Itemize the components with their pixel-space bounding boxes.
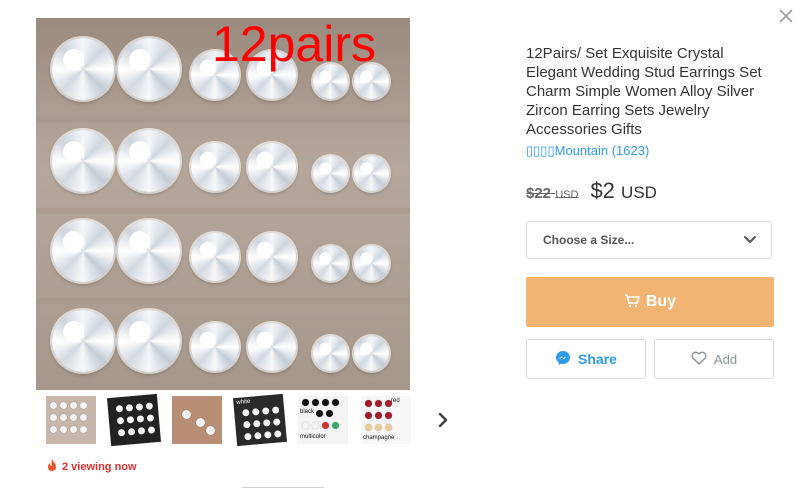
messenger-icon [555, 350, 571, 369]
heart-icon [691, 350, 707, 369]
buy-button[interactable]: Buy [526, 277, 774, 327]
cart-icon [624, 292, 640, 313]
thumbnail-strip: white black multicolor red champagne [46, 393, 411, 447]
add-label: Add [713, 351, 738, 367]
size-select-label: Choose a Size... [543, 233, 635, 247]
viewing-text: 2 viewing now [62, 460, 137, 473]
thumbnail-text: black [300, 409, 315, 415]
chevron-down-icon [743, 232, 757, 249]
thumbnail-1[interactable] [46, 396, 96, 444]
thumbnail-text: champagne [363, 435, 395, 441]
close-icon[interactable] [778, 8, 794, 24]
thumbnail-2[interactable] [107, 393, 161, 447]
price-row: $22 USD $2 USD [526, 178, 657, 204]
product-title: 12Pairs/ Set Exquisite Crystal Elegant W… [526, 45, 762, 138]
chevron-right-icon[interactable] [434, 410, 452, 430]
sale-price: $2 USD [590, 178, 657, 203]
buy-label: Buy [645, 293, 677, 310]
divider [242, 487, 324, 492]
store-link[interactable]: ▯▯▯▯Mountain (1623) [526, 143, 649, 159]
thumbnail-4[interactable]: white [233, 393, 287, 447]
original-price: $22 USD [526, 185, 579, 202]
thumbnail-text: multicolor [300, 434, 326, 440]
main-product-image[interactable]: 12pairs [36, 18, 410, 390]
share-label: Share [578, 351, 617, 367]
thumbnail-6[interactable]: red champagne [361, 396, 411, 444]
thumbnail-text: red [391, 398, 400, 404]
add-to-wishlist-button[interactable]: Add [654, 339, 774, 379]
thumbnail-3[interactable] [172, 396, 222, 444]
flame-icon [46, 458, 58, 475]
thumbnail-text: white [236, 398, 251, 406]
thumbnail-5[interactable]: black multicolor [298, 396, 348, 444]
image-caption: 12pairs [212, 18, 376, 72]
size-select[interactable]: Choose a Size... [526, 221, 772, 259]
viewing-count: 2 viewing now [46, 458, 137, 475]
share-button[interactable]: Share [526, 339, 646, 379]
